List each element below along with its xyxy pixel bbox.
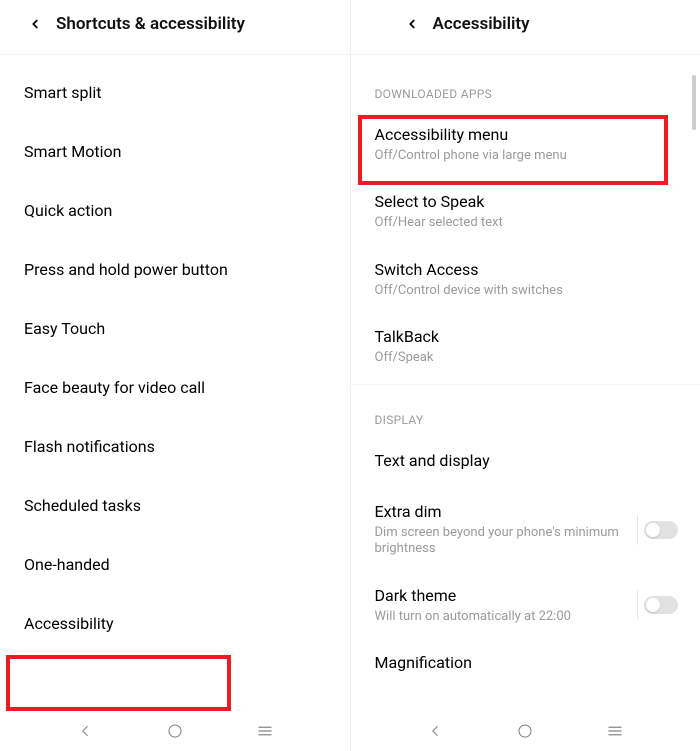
toggle-dark-theme[interactable] (644, 596, 678, 614)
item-accessibility[interactable]: Accessibility (0, 594, 350, 653)
left-title: Shortcuts & accessibility (56, 14, 245, 34)
setting-talkback[interactable]: TalkBack Off/Speak (351, 313, 700, 380)
divider (637, 590, 638, 620)
nav-home-icon[interactable] (164, 720, 186, 742)
right-header: Accessibility (351, 0, 700, 54)
divider (637, 515, 638, 545)
right-title: Accessibility (433, 14, 530, 34)
section-display: DISPLAY (351, 389, 700, 437)
left-content: Smart split Smart Motion Quick action Pr… (0, 55, 350, 711)
item-face-beauty[interactable]: Face beauty for video call (0, 358, 350, 417)
right-navbar (351, 711, 700, 751)
right-panel: Accessibility DOWNLOADED APPS Accessibil… (351, 0, 700, 751)
item-smart-split[interactable]: Smart split (0, 63, 350, 122)
left-header: Shortcuts & accessibility (0, 0, 350, 54)
item-easy-touch[interactable]: Easy Touch (0, 299, 350, 358)
setting-switch-access[interactable]: Switch Access Off/Control device with sw… (351, 246, 700, 313)
setting-dark-theme[interactable]: Dark theme Will turn on automatically at… (351, 572, 700, 639)
nav-recent-icon[interactable] (604, 720, 626, 742)
setting-text-display[interactable]: Text and display (351, 437, 700, 488)
setting-extra-dim[interactable]: Extra dim Dim screen beyond your phone's… (351, 488, 700, 572)
toggle-extra-dim[interactable] (644, 521, 678, 539)
right-content: DOWNLOADED APPS Accessibility menu Off/C… (351, 55, 700, 711)
setting-accessibility-menu[interactable]: Accessibility menu Off/Control phone via… (351, 111, 700, 178)
item-scheduled-tasks[interactable]: Scheduled tasks (0, 476, 350, 535)
item-one-handed[interactable]: One-handed (0, 535, 350, 594)
nav-recent-icon[interactable] (254, 720, 276, 742)
scrollbar[interactable] (692, 75, 696, 130)
setting-select-to-speak[interactable]: Select to Speak Off/Hear selected text (351, 178, 700, 245)
item-flash-notifications[interactable]: Flash notifications (0, 417, 350, 476)
back-icon[interactable] (24, 13, 46, 35)
left-navbar (0, 711, 350, 751)
item-smart-motion[interactable]: Smart Motion (0, 122, 350, 181)
setting-magnification[interactable]: Magnification (351, 639, 700, 690)
nav-back-icon[interactable] (424, 720, 446, 742)
divider (351, 384, 700, 385)
item-quick-action[interactable]: Quick action (0, 181, 350, 240)
nav-back-icon[interactable] (74, 720, 96, 742)
back-icon[interactable] (401, 13, 423, 35)
item-press-hold-power[interactable]: Press and hold power button (0, 240, 350, 299)
section-downloaded-apps: DOWNLOADED APPS (351, 63, 700, 111)
left-panel: Shortcuts & accessibility Smart split Sm… (0, 0, 351, 751)
nav-home-icon[interactable] (514, 720, 536, 742)
